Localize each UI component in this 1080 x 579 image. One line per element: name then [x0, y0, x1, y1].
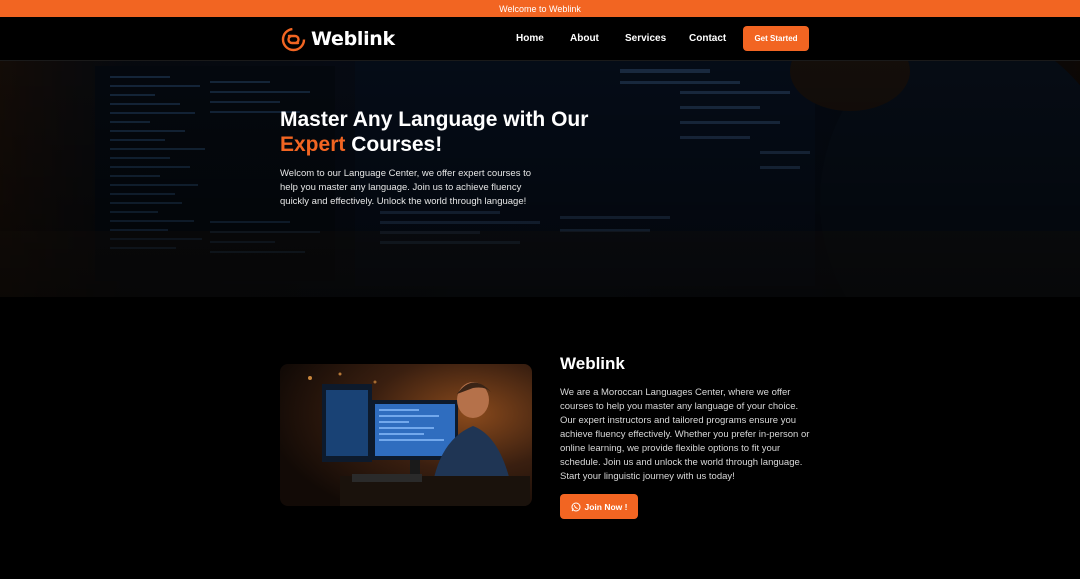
nav-about[interactable]: About	[570, 33, 599, 44]
hero-heading-rest: Courses!	[351, 133, 443, 156]
get-started-button[interactable]: Get Started	[743, 26, 809, 51]
announcement-text: Welcome to Weblink	[499, 3, 581, 14]
whatsapp-icon	[571, 502, 580, 511]
join-now-label: Join Now !	[584, 501, 628, 512]
brand-logo[interactable]: Weblink	[281, 26, 395, 52]
nav-home[interactable]: Home	[516, 33, 544, 44]
nav-services[interactable]: Services	[625, 33, 666, 44]
about-image	[280, 364, 532, 506]
join-now-button[interactable]: Join Now !	[560, 494, 638, 519]
hero-description: Welcom to our Language Center, we offer …	[280, 168, 532, 207]
brand-name: Weblink	[311, 28, 395, 50]
about-title: Weblink	[560, 354, 625, 373]
navbar: Weblink Home About Services Contact Get …	[0, 17, 1080, 61]
hero-section: Master Any Language with Our Expert Cour…	[0, 61, 1080, 297]
nav-contact[interactable]: Contact	[689, 33, 726, 44]
hero-heading-accent: Expert	[280, 133, 346, 156]
about-description: We are a Moroccan Languages Center, wher…	[560, 387, 810, 482]
announcement-bar: Welcome to Weblink	[0, 0, 1080, 17]
hero-heading-line1: Master Any Language with Our	[280, 108, 589, 131]
weblink-logo-icon	[281, 27, 306, 51]
hero-heading: Master Any Language with Our Expert Cour…	[280, 107, 610, 157]
